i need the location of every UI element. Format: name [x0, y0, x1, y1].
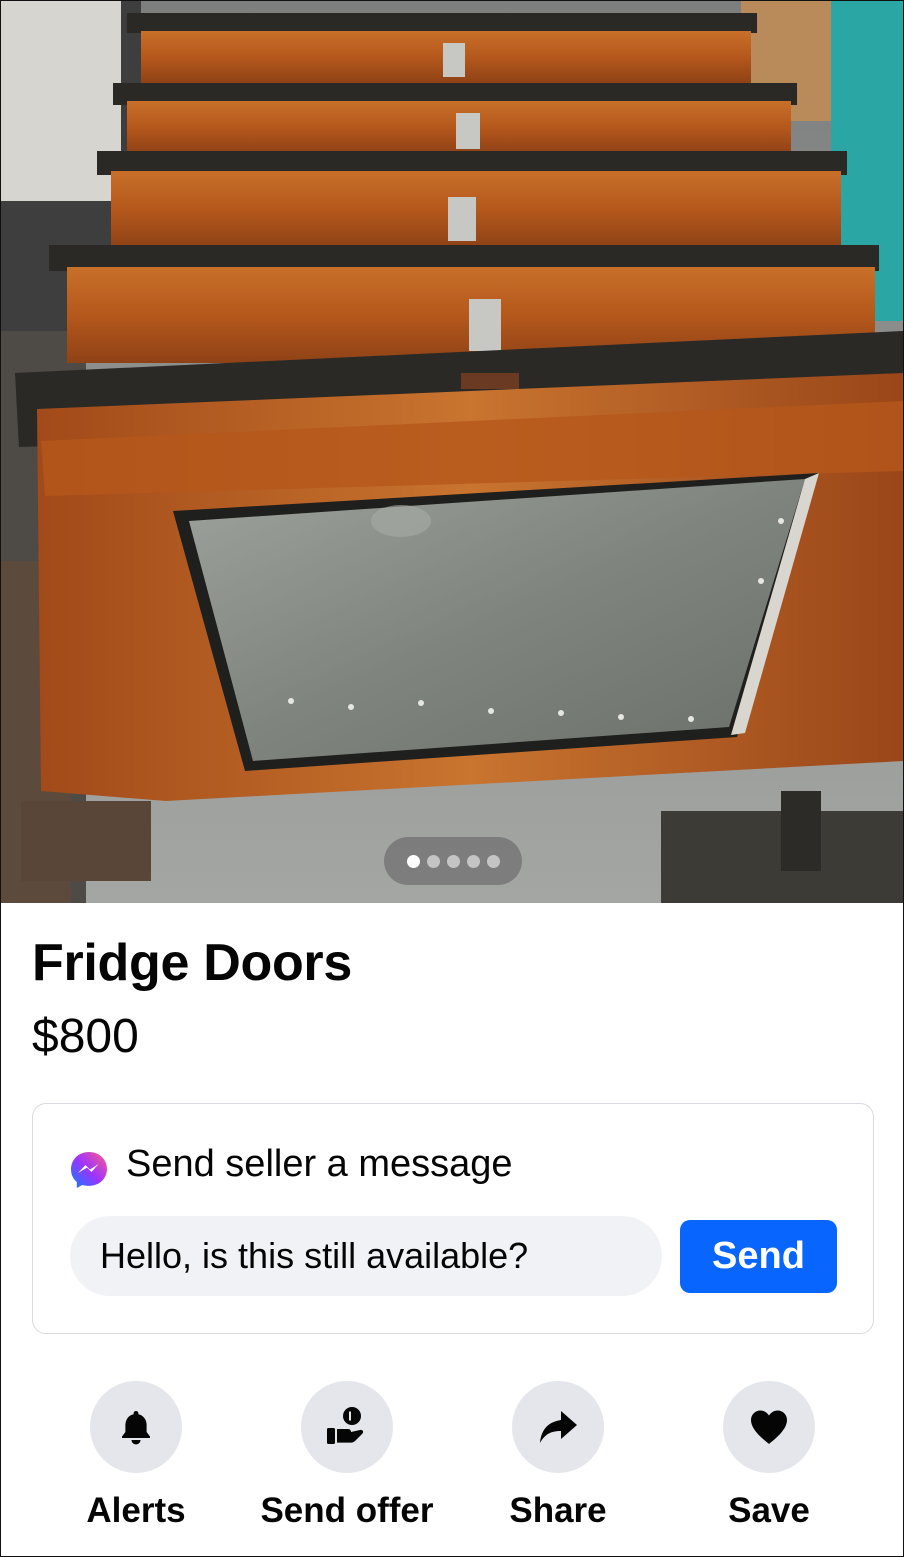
share-arrow-icon: [540, 1411, 577, 1443]
message-card-title: Send seller a message: [126, 1142, 513, 1185]
save-label: Save: [728, 1491, 810, 1530]
message-card-header: Send seller a message: [69, 1138, 513, 1190]
send-offer-circle[interactable]: [301, 1381, 393, 1473]
heart-icon: [751, 1410, 787, 1444]
listing-screen: Fridge Doors $800 Send seller a message …: [0, 0, 904, 1557]
listing-price: $800: [32, 1010, 139, 1063]
share-circle[interactable]: [512, 1381, 604, 1473]
alerts-label: Alerts: [86, 1491, 186, 1530]
bell-icon: [122, 1411, 150, 1445]
photo-pager[interactable]: [384, 837, 522, 885]
message-seller-card: Send seller a message Send: [32, 1103, 874, 1334]
messenger-icon: [71, 1152, 107, 1188]
alerts-circle[interactable]: [90, 1381, 182, 1473]
action-bar: Alerts Send offer Share Save: [1, 1381, 903, 1541]
pager-dot[interactable]: [486, 854, 500, 868]
listing-photo[interactable]: [1, 1, 903, 903]
pager-dot[interactable]: [426, 854, 440, 868]
message-input[interactable]: [70, 1216, 662, 1296]
share-button[interactable]: Share: [453, 1381, 663, 1531]
save-button[interactable]: Save: [664, 1381, 874, 1531]
pager-dot[interactable]: [406, 854, 420, 868]
listing-title: Fridge Doors: [32, 934, 352, 992]
offer-icon: [327, 1407, 364, 1444]
send-offer-button[interactable]: Send offer: [242, 1381, 452, 1531]
pager-dot[interactable]: [446, 854, 460, 868]
listing-photo-image: [1, 1, 903, 903]
share-label: Share: [509, 1491, 607, 1530]
send-offer-label: Send offer: [260, 1491, 434, 1530]
alerts-button[interactable]: Alerts: [31, 1381, 241, 1531]
save-circle[interactable]: [723, 1381, 815, 1473]
pager-dot[interactable]: [466, 854, 480, 868]
send-button[interactable]: Send: [680, 1220, 837, 1293]
